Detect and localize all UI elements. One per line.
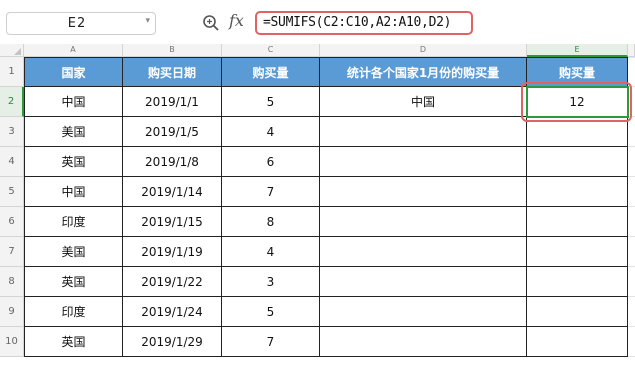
table-cell[interactable]: 美国 (24, 117, 123, 147)
table-cell[interactable]: 2019/1/14 (123, 177, 222, 207)
table-cell[interactable]: 6 (222, 147, 320, 177)
table-cell[interactable]: 中国 (320, 87, 527, 117)
zoom-icon[interactable] (202, 14, 220, 32)
table-cell[interactable] (320, 147, 527, 177)
gridline (628, 176, 635, 177)
row-header-7[interactable]: 7 (0, 237, 24, 267)
table-cell[interactable]: 4 (222, 237, 320, 267)
table-cell[interactable]: 7 (222, 177, 320, 207)
gridline (628, 236, 635, 237)
formula-text: =SUMIFS(C2:C10,A2:A10,D2) (263, 15, 452, 30)
row-header-2[interactable]: 2 (0, 87, 24, 117)
table-cell[interactable]: 英国 (24, 267, 123, 297)
column-header-e[interactable]: E (527, 44, 628, 57)
table-header-cell: 国家 (24, 57, 123, 87)
table-cell[interactable]: 8 (222, 207, 320, 237)
row-header-3[interactable]: 3 (0, 117, 24, 147)
table-cell[interactable] (320, 177, 527, 207)
table-cell[interactable] (527, 237, 628, 267)
table-cell[interactable]: 2019/1/5 (123, 117, 222, 147)
table-cell[interactable] (527, 327, 628, 357)
column-header-c[interactable]: C (222, 44, 320, 57)
table-cell[interactable]: 3 (222, 267, 320, 297)
column-header-d[interactable]: D (320, 44, 527, 57)
formula-input[interactable]: =SUMIFS(C2:C10,A2:A10,D2) (255, 11, 473, 35)
fx-icon[interactable]: fx (229, 11, 244, 30)
row-header-9[interactable]: 9 (0, 297, 24, 327)
table-cell[interactable]: 2019/1/22 (123, 267, 222, 297)
table-cell[interactable]: 5 (222, 87, 320, 117)
table-cell[interactable] (320, 267, 527, 297)
table-cell[interactable]: 印度 (24, 297, 123, 327)
table-header-cell: 统计各个国家1月份的购买量 (320, 57, 527, 87)
row-header-10[interactable]: 10 (0, 327, 24, 357)
table-header-cell: 购买日期 (123, 57, 222, 87)
table-cell[interactable]: 2019/1/19 (123, 237, 222, 267)
column-header-b[interactable]: B (123, 44, 222, 57)
gridline (628, 57, 635, 58)
row-header-5[interactable]: 5 (0, 177, 24, 207)
table-cell[interactable] (527, 147, 628, 177)
table-cell[interactable] (320, 237, 527, 267)
table-cell[interactable]: 5 (222, 297, 320, 327)
name-box-value: E2 (67, 16, 87, 31)
annotation-highlight (521, 82, 632, 122)
gridline (628, 266, 635, 267)
row-header-8[interactable]: 8 (0, 267, 24, 297)
table-cell[interactable] (527, 267, 628, 297)
dropdown-arrow-icon[interactable]: ▾ (145, 16, 150, 26)
gridline (628, 326, 635, 327)
table-cell[interactable] (320, 297, 527, 327)
table-cell[interactable]: 2019/1/8 (123, 147, 222, 177)
select-all-corner[interactable] (0, 44, 24, 57)
gridline (628, 206, 635, 207)
table-cell[interactable] (527, 207, 628, 237)
table-cell[interactable]: 印度 (24, 207, 123, 237)
table-header-cell: 购买量 (222, 57, 320, 87)
table-cell[interactable] (527, 297, 628, 327)
spreadsheet-grid: A B C D E 1 2 3 4 5 6 7 8 9 10 国家 购买日期 购买量 统计各个国家1月份的购买量 购买… (0, 44, 635, 366)
table-cell[interactable]: 美国 (24, 237, 123, 267)
table-cell[interactable] (320, 117, 527, 147)
table-cell[interactable]: 2019/1/24 (123, 297, 222, 327)
row-header-6[interactable]: 6 (0, 207, 24, 237)
table-cell[interactable] (320, 327, 527, 357)
formula-bar: E2 ▾ fx =SUMIFS(C2:C10,A2:A10,D2) (0, 0, 635, 44)
row-header-1[interactable]: 1 (0, 57, 24, 87)
table-cell[interactable]: 英国 (24, 147, 123, 177)
table-cell[interactable]: 中国 (24, 177, 123, 207)
table-cell[interactable]: 中国 (24, 87, 123, 117)
table-cell[interactable]: 7 (222, 327, 320, 357)
column-header-a[interactable]: A (24, 44, 123, 57)
table-cell[interactable]: 2019/1/1 (123, 87, 222, 117)
table-cell[interactable]: 2019/1/15 (123, 207, 222, 237)
gridline (628, 146, 635, 147)
name-box[interactable]: E2 ▾ (6, 12, 156, 35)
gridline (628, 296, 635, 297)
table-cell[interactable]: 2019/1/29 (123, 327, 222, 357)
column-header-f[interactable] (628, 44, 635, 57)
table-cell[interactable]: 4 (222, 117, 320, 147)
row-header-4[interactable]: 4 (0, 147, 24, 177)
table-cell[interactable] (527, 177, 628, 207)
table-cell[interactable]: 英国 (24, 327, 123, 357)
gridline (628, 356, 635, 357)
table-cell[interactable] (320, 207, 527, 237)
